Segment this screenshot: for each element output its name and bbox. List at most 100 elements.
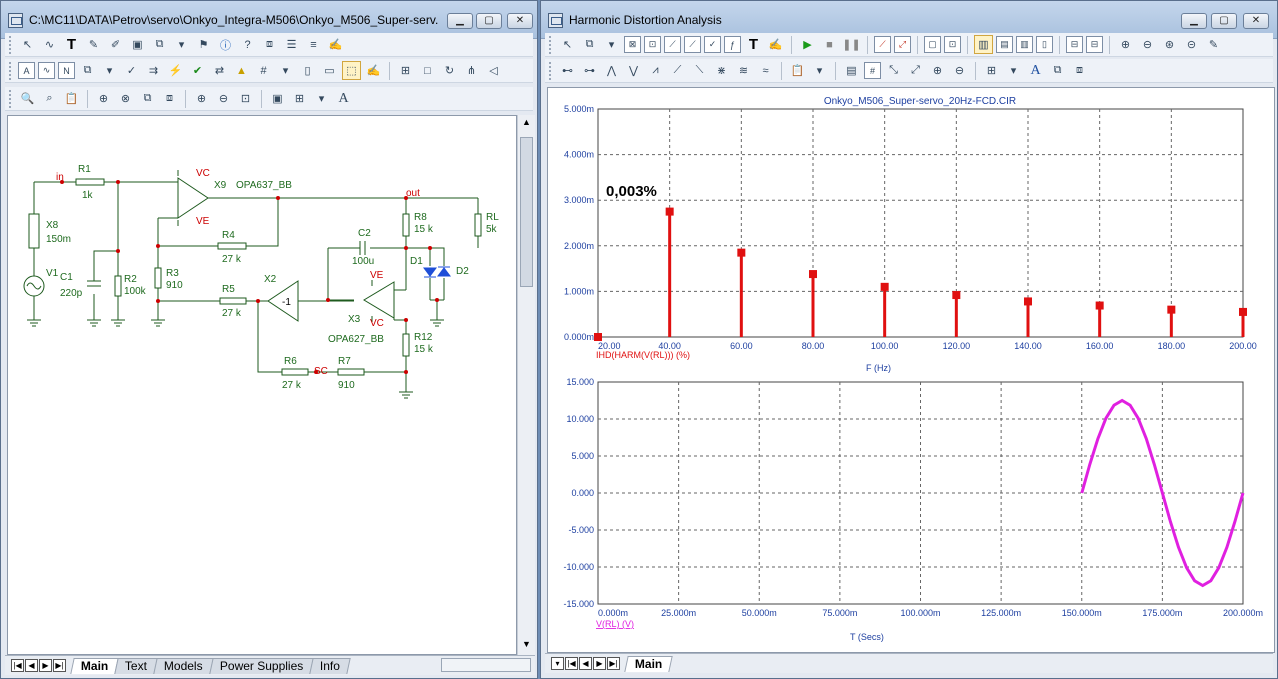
mirror-icon[interactable]: ⋔: [462, 61, 481, 80]
network-icon[interactable]: ⧈: [260, 35, 279, 54]
list-icon[interactable]: ≡: [304, 35, 323, 54]
maximize-button[interactable]: ▢: [476, 13, 502, 29]
first-tab-icon[interactable]: |◀: [565, 657, 578, 670]
properties-icon[interactable]: ✎: [1204, 35, 1223, 54]
font-icon[interactable]: A: [334, 89, 353, 108]
select-arrow-icon[interactable]: ↖: [18, 35, 37, 54]
line-tool-icon[interactable]: ✎: [84, 35, 103, 54]
binoculars-icon[interactable]: ⌕: [40, 89, 59, 108]
copy-icon[interactable]: ⧉: [1048, 61, 1067, 80]
text-icon[interactable]: T: [744, 35, 763, 54]
function-icon[interactable]: ƒ: [724, 36, 741, 53]
plot-area[interactable]: Onkyo_M506_Super-servo_20Hz-FCD.CIR 20.0…: [547, 87, 1275, 653]
pins-icon[interactable]: ⧉: [78, 61, 97, 80]
page-icon[interactable]: ▯: [298, 61, 317, 80]
window2-icon[interactable]: ⊡: [944, 36, 961, 53]
slope-icon[interactable]: ⟋: [668, 61, 687, 80]
find-icon[interactable]: 🔍: [18, 89, 37, 108]
first-tab-icon[interactable]: |◀: [11, 659, 24, 672]
valley-icon[interactable]: ⊶: [580, 61, 599, 80]
warning-icon[interactable]: ▲: [232, 61, 251, 80]
tag-icon[interactable]: ⟍: [690, 61, 709, 80]
down-circle-icon[interactable]: ⊕: [94, 89, 113, 108]
cursor2-icon[interactable]: ⤢: [894, 36, 911, 53]
paste2-icon[interactable]: ⧈: [1070, 61, 1089, 80]
tile-icon[interactable]: ⊞: [290, 89, 309, 108]
peak-icon[interactable]: ⊷: [558, 61, 577, 80]
split2-icon[interactable]: ⊟: [1086, 36, 1103, 53]
copy-icon[interactable]: ⧉: [580, 35, 599, 54]
copy-icon[interactable]: ⧉: [150, 35, 169, 54]
low-icon[interactable]: ⋁: [624, 61, 643, 80]
tab-text[interactable]: Text: [114, 657, 159, 674]
layout-2-icon[interactable]: ▤: [996, 36, 1013, 53]
crosshair-icon[interactable]: ⋇: [712, 61, 731, 80]
last-tab-icon[interactable]: ▶|: [53, 659, 66, 672]
list-icon[interactable]: ▤: [842, 61, 861, 80]
tab-main[interactable]: Main: [624, 655, 674, 672]
layout-1-icon[interactable]: ▥: [974, 35, 993, 54]
attribute-text-icon[interactable]: A: [18, 62, 35, 79]
dropdown-arrow-icon[interactable]: ▾: [312, 89, 331, 108]
stop-icon[interactable]: ■: [820, 35, 839, 54]
tab-main[interactable]: Main: [70, 657, 120, 674]
page2-icon[interactable]: ▭: [320, 61, 339, 80]
maximize-button[interactable]: ▢: [1211, 13, 1237, 29]
probe-icon[interactable]: ✓: [122, 61, 141, 80]
zoom-out-icon[interactable]: ⊖: [214, 89, 233, 108]
scroll-up-icon[interactable]: ▲: [520, 117, 533, 131]
minimize-button[interactable]: ▁: [447, 13, 473, 29]
check-curve-icon[interactable]: ✓: [704, 36, 721, 53]
node-numbers-icon[interactable]: N: [58, 62, 75, 79]
properties-icon[interactable]: ☰: [282, 35, 301, 54]
selection-mode-icon[interactable]: ⬚: [342, 61, 361, 80]
tab-power-supplies[interactable]: Power Supplies: [209, 657, 315, 674]
rotate-icon[interactable]: ↻: [440, 61, 459, 80]
dropdown-arrow-icon[interactable]: ▾: [276, 61, 295, 80]
zoom-out-icon[interactable]: ⊖: [950, 61, 969, 80]
scroll-down-icon[interactable]: ▼: [520, 639, 533, 653]
window-icon[interactable]: ▢: [924, 36, 941, 53]
horizontal-scrollbar[interactable]: [441, 658, 531, 672]
scroll-thumb[interactable]: [520, 137, 533, 287]
zoom-fit-icon[interactable]: ⊡: [236, 89, 255, 108]
arrows-icon[interactable]: ⇉: [144, 61, 163, 80]
layout-4-icon[interactable]: ▯: [1036, 36, 1053, 53]
cursor-icon[interactable]: ⟋: [874, 36, 891, 53]
grid-icon[interactable]: #: [254, 61, 273, 80]
block-icon[interactable]: ⊞: [396, 61, 415, 80]
fit2-icon[interactable]: ⤢: [906, 61, 925, 80]
run-icon[interactable]: ▶: [798, 35, 817, 54]
dropdown-arrow-icon[interactable]: ▾: [172, 35, 191, 54]
fit-icon[interactable]: ⤡: [884, 61, 903, 80]
component-icon[interactable]: ▣: [128, 35, 147, 54]
connect-icon[interactable]: ⇄: [210, 61, 229, 80]
paste-icon[interactable]: ⧈: [160, 89, 179, 108]
schematic-canvas[interactable]: R1 1k in X8 150m V1 C1 220p R2 100k R3 9…: [7, 115, 517, 655]
high-icon[interactable]: ⋀: [602, 61, 621, 80]
wave2-icon[interactable]: ≈: [756, 61, 775, 80]
magnifier-icon[interactable]: ⊕: [1116, 35, 1135, 54]
clipboard-icon[interactable]: 📋: [62, 89, 81, 108]
wire-icon[interactable]: ∿: [40, 35, 59, 54]
copy-icon[interactable]: ⧉: [138, 89, 157, 108]
tab-info[interactable]: Info: [309, 657, 352, 674]
square-icon[interactable]: □: [418, 61, 437, 80]
font-icon[interactable]: A: [1026, 61, 1045, 80]
tab-dropdown-icon[interactable]: ▾: [551, 657, 564, 670]
edit-icon[interactable]: ✍: [364, 61, 383, 80]
pen-icon[interactable]: ✐: [106, 35, 125, 54]
vertical-scrollbar[interactable]: ▲ ▼: [517, 115, 535, 655]
paste-icon[interactable]: 📋: [788, 61, 807, 80]
inflection-icon[interactable]: ⩘: [646, 61, 665, 80]
dropdown-arrow-icon[interactable]: ▾: [810, 61, 829, 80]
close-button[interactable]: ✕: [1243, 13, 1269, 29]
edit-icon[interactable]: ✍: [326, 35, 345, 54]
prev-tab-icon[interactable]: ◀: [579, 657, 592, 670]
info-icon[interactable]: ⓘ: [216, 35, 235, 54]
next-tab-icon[interactable]: ▶: [593, 657, 606, 670]
help-icon[interactable]: ?: [238, 35, 257, 54]
minimize-button[interactable]: ▁: [1181, 13, 1207, 29]
zoom-in-icon[interactable]: ⊕: [192, 89, 211, 108]
attribute-wave-icon[interactable]: ∿: [38, 62, 55, 79]
